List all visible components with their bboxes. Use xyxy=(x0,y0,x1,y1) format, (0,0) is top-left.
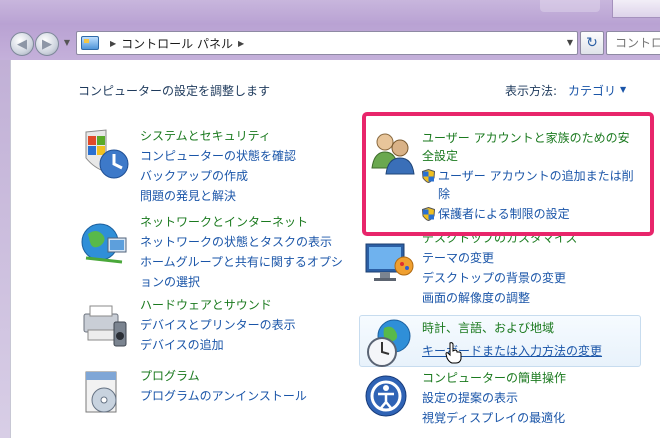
arrow-right-icon: ▶ xyxy=(42,36,52,52)
network-internet-link[interactable]: ネットワークとインターネット xyxy=(140,212,343,232)
window-left-border xyxy=(0,60,10,438)
system-security-icon[interactable] xyxy=(78,128,130,180)
change-theme-link[interactable]: テーマの変更 xyxy=(422,248,578,268)
search-input[interactable] xyxy=(606,31,660,55)
add-device-link[interactable]: デバイスの追加 xyxy=(140,335,296,355)
network-internet-icon[interactable] xyxy=(78,218,130,270)
add-remove-user-row: ユーザー アカウントの追加または削 除 xyxy=(422,166,634,204)
add-remove-user-link[interactable]: ユーザー アカウントの追加または削 xyxy=(438,166,634,186)
category-system-security: システムとセキュリティ コンピューターの状態を確認 バックアップの作成 問題の発… xyxy=(140,126,296,206)
page-title: コンピューターの設定を調整します xyxy=(78,84,271,98)
back-button[interactable]: ◀ xyxy=(10,32,34,56)
create-backup-link[interactable]: バックアップの作成 xyxy=(140,166,296,186)
uac-shield-icon xyxy=(422,169,435,183)
hardware-sound-link[interactable]: ハードウェアとサウンド xyxy=(140,295,296,315)
user-accounts-link[interactable]: ユーザー アカウントと家族のための安 xyxy=(422,128,634,148)
address-bar[interactable]: ▶ コントロール パネル ▶ ▼ xyxy=(76,31,578,55)
parental-controls-link[interactable]: 保護者による制限の設定 xyxy=(438,204,570,224)
category-hardware: ハードウェアとサウンド デバイスとプリンターの表示 デバイスの追加 xyxy=(140,295,296,355)
category-user-accounts: ユーザー アカウントと家族のための安 全設定 ユーザー アカウントの追加または削… xyxy=(422,128,634,224)
user-accounts-link-cont[interactable]: 全設定 xyxy=(422,146,634,166)
arrow-left-icon: ◀ xyxy=(17,36,27,52)
clock-language-region-icon[interactable] xyxy=(366,318,416,368)
devices-printers-link[interactable]: デバイスとプリンターの表示 xyxy=(140,315,296,335)
homegroup-options-link[interactable]: ホームグループと共有に関するオプシ xyxy=(140,252,343,272)
view-by-dropdown[interactable]: カテゴリ xyxy=(568,82,616,99)
user-accounts-icon[interactable] xyxy=(368,128,418,178)
titlebar-tab xyxy=(540,0,600,12)
control-panel-icon xyxy=(81,36,99,50)
hardware-sound-icon[interactable] xyxy=(78,300,130,352)
address-dropdown-icon[interactable]: ▼ xyxy=(567,38,573,47)
hand-cursor-icon xyxy=(445,342,462,364)
adjust-resolution-link[interactable]: 画面の解像度の調整 xyxy=(422,288,578,308)
clock-language-region-link[interactable]: 時計、言語、および地域 xyxy=(422,318,602,338)
ease-of-access-icon[interactable] xyxy=(364,374,412,422)
view-by-label: 表示方法: xyxy=(505,84,558,98)
chevron-right-icon[interactable]: ▶ xyxy=(110,39,116,48)
recent-pages-dropdown[interactable]: ▼ xyxy=(62,38,72,48)
uac-shield-icon xyxy=(422,207,435,221)
chevron-down-icon[interactable]: ▼ xyxy=(620,85,626,94)
suggested-settings-link[interactable]: 設定の提案の表示 xyxy=(422,388,566,408)
network-status-link[interactable]: ネットワークの状態とタスクの表示 xyxy=(140,232,343,252)
refresh-icon: ↻ xyxy=(586,35,598,51)
ease-of-access-link[interactable]: コンピューターの簡単操作 xyxy=(422,368,566,388)
chevron-right-icon[interactable]: ▶ xyxy=(238,39,244,48)
troubleshoot-link[interactable]: 問題の発見と解決 xyxy=(140,186,296,206)
forward-button[interactable]: ▶ xyxy=(35,32,59,56)
programs-icon[interactable] xyxy=(78,368,130,420)
add-remove-user-link-cont[interactable]: 除 xyxy=(438,184,634,204)
category-programs: プログラム プログラムのアンインストール xyxy=(140,366,307,406)
homegroup-options-link-cont[interactable]: ョンの選択 xyxy=(140,272,343,292)
programs-link[interactable]: プログラム xyxy=(140,366,307,386)
refresh-button[interactable]: ↻ xyxy=(580,31,604,55)
appearance-icon[interactable] xyxy=(362,236,414,288)
breadcrumb-control-panel[interactable]: コントロール パネル xyxy=(121,35,233,52)
uninstall-program-link[interactable]: プログラムのアンインストール xyxy=(140,386,307,406)
category-appearance: デスクトップのカスタマイズ テーマの変更 デスクトップの背景の変更 画面の解像度… xyxy=(422,228,578,308)
window-controls[interactable] xyxy=(612,0,660,18)
optimize-display-link[interactable]: 視覚ディスプレイの最適化 xyxy=(422,408,566,428)
category-network: ネットワークとインターネット ネットワークの状態とタスクの表示 ホームグループと… xyxy=(140,212,343,292)
check-computer-status-link[interactable]: コンピューターの状態を確認 xyxy=(140,146,296,166)
category-ease-of-access: コンピューターの簡単操作 設定の提案の表示 視覚ディスプレイの最適化 xyxy=(422,368,566,428)
change-background-link[interactable]: デスクトップの背景の変更 xyxy=(422,268,578,288)
parental-controls-row: 保護者による制限の設定 xyxy=(422,204,634,224)
system-security-link[interactable]: システムとセキュリティ xyxy=(140,126,296,146)
